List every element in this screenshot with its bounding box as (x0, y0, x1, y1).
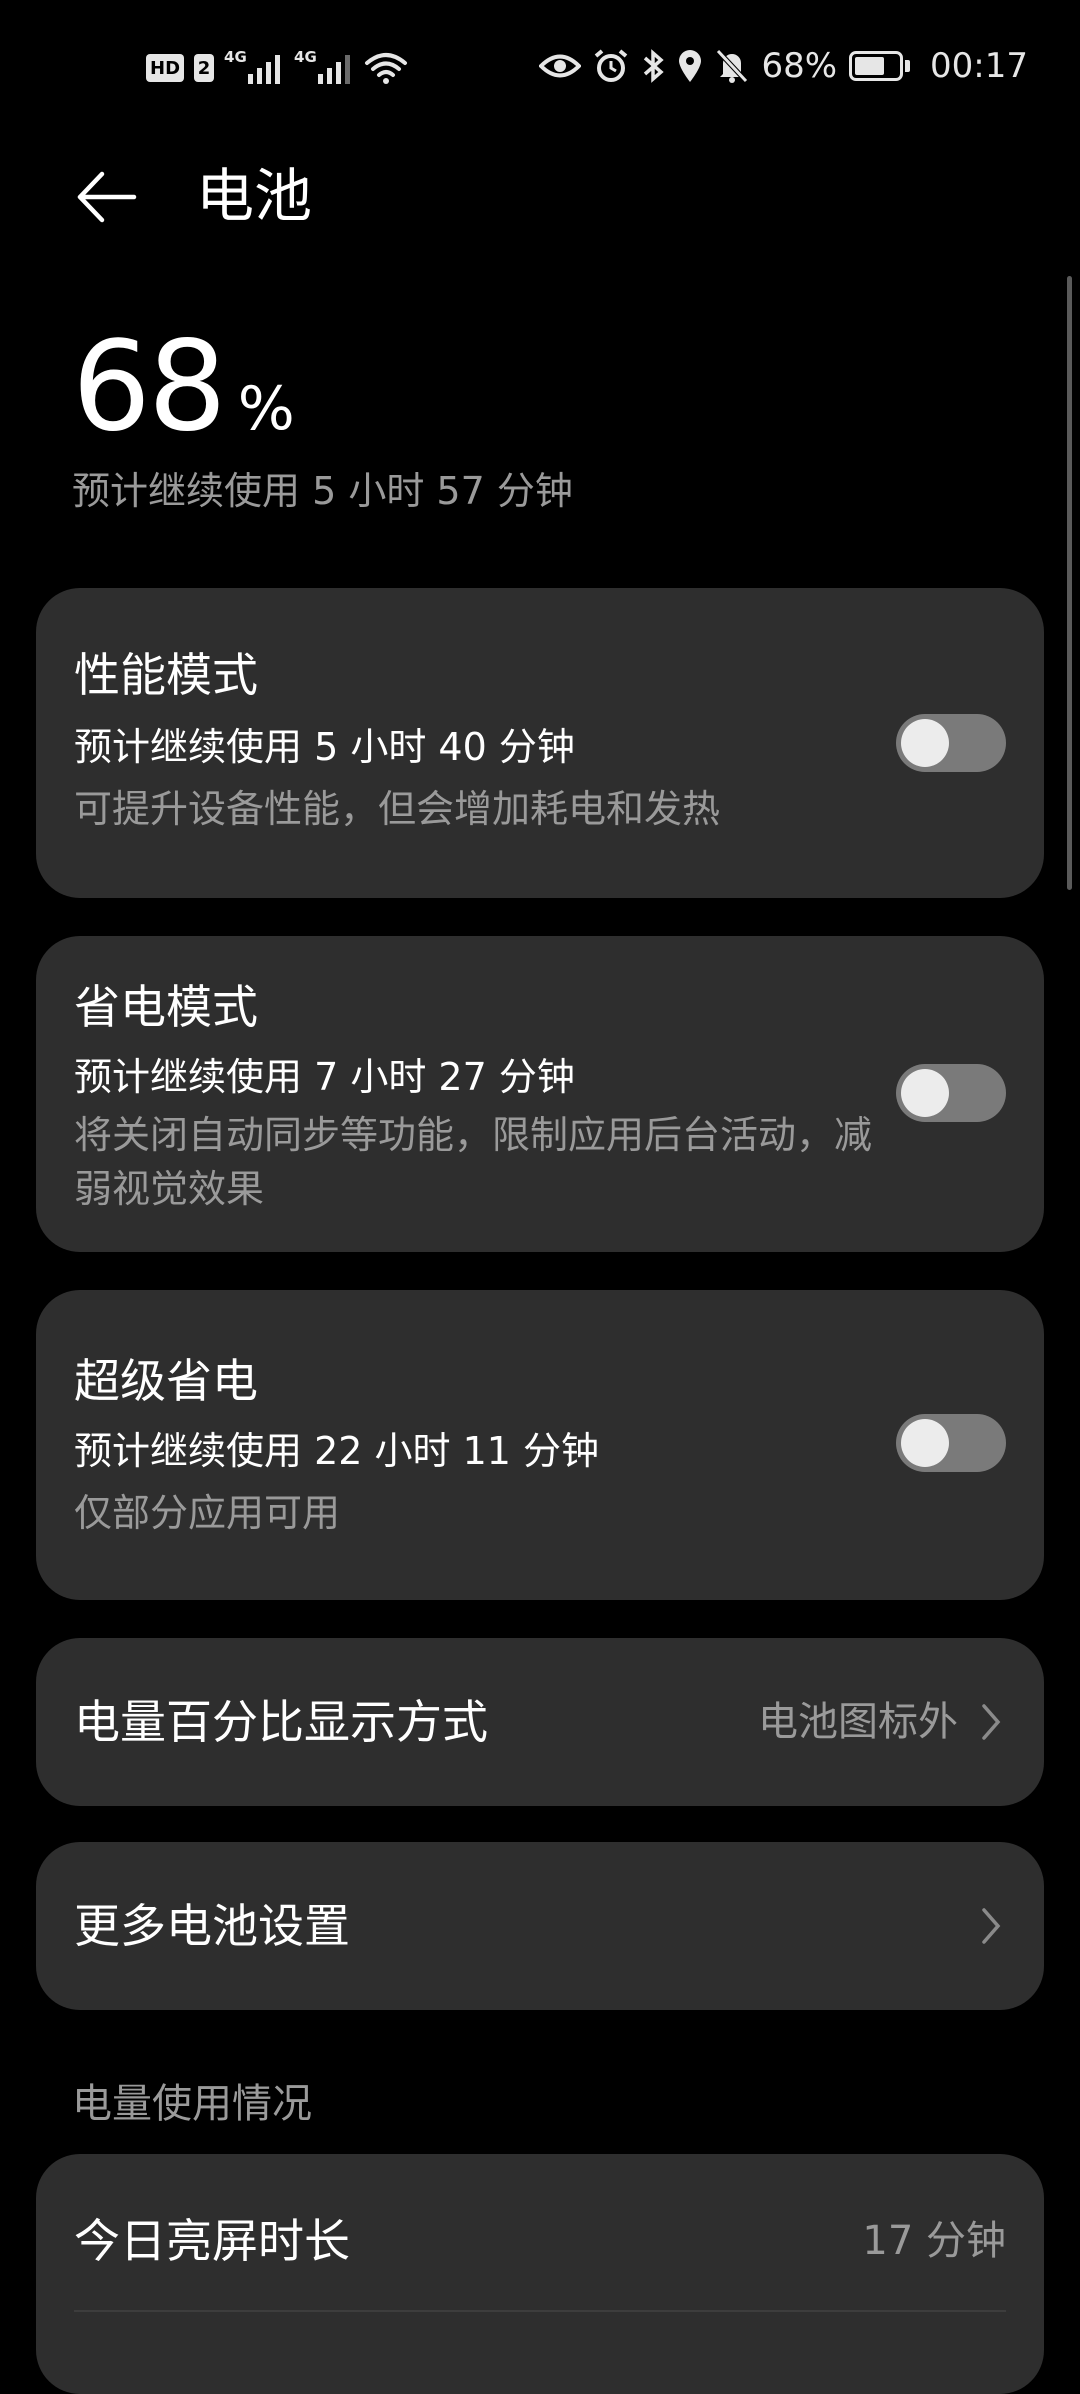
power-saving-mode-card[interactable]: 省电模式 预计继续使用 7 小时 27 分钟 将关闭自动同步等功能，限制应用后台… (36, 936, 1044, 1252)
chevron-right-icon (982, 1908, 1001, 1944)
clock: 00:17 (930, 46, 1028, 86)
battery-fill (855, 57, 885, 75)
ultra-power-saving-card[interactable]: 超级省电 预计继续使用 22 小时 11 分钟 仅部分应用可用 (36, 1290, 1044, 1600)
battery-percent-label: 68% (761, 46, 838, 86)
screen-on-time-label: 今日亮屏时长 (74, 2214, 350, 2268)
status-bar-right: 68% 00:17 (539, 44, 1028, 88)
screen-on-time-value: 17 分钟 (862, 2218, 1006, 2264)
network-type-label: 4G (294, 48, 317, 66)
mode-estimate: 预计继续使用 5 小时 40 分钟 (74, 725, 575, 769)
network-type-label: 4G (224, 48, 247, 66)
row-label: 更多电池设置 (74, 1899, 350, 1953)
battery-cap (905, 60, 911, 72)
hd-badge: HD (146, 54, 185, 82)
performance-mode-card[interactable]: 性能模式 预计继续使用 5 小时 40 分钟 可提升设备性能，但会增加耗电和发热 (36, 588, 1044, 898)
status-bar: HD 2 4G 4G 68% 00:17 (0, 0, 1080, 132)
mode-description: 可提升设备性能，但会增加耗电和发热 (74, 787, 721, 831)
mode-title: 超级省电 (74, 1354, 258, 1408)
mute-icon (716, 49, 749, 83)
mode-description: 仅部分应用可用 (74, 1491, 341, 1535)
chevron-right-icon (982, 1704, 1001, 1740)
usage-card: 今日亮屏时长 17 分钟 (36, 2154, 1044, 2394)
scrollbar[interactable] (1067, 276, 1072, 890)
performance-mode-toggle[interactable] (896, 714, 1006, 772)
battery-percentage-unit: % (237, 374, 295, 444)
mode-estimate: 预计继续使用 7 小时 27 分钟 (74, 1055, 575, 1099)
more-battery-settings-row[interactable]: 更多电池设置 (36, 1842, 1044, 2010)
battery-percentage: 68 % (72, 322, 295, 452)
signal-icon: 4G (294, 48, 354, 88)
row-label: 电量百分比显示方式 (74, 1695, 488, 1749)
mode-description: 将关闭自动同步等功能，限制应用后台活动，减弱视觉效果 (74, 1113, 873, 1211)
row-value: 电池图标外 (758, 1699, 958, 1745)
battery-percentage-display-row[interactable]: 电量百分比显示方式 电池图标外 (36, 1638, 1044, 1806)
alarm-icon (595, 49, 628, 82)
wifi-icon (365, 53, 408, 84)
section-title-usage: 电量使用情况 (72, 2081, 312, 2127)
toggle-knob (901, 719, 949, 767)
sim-badge: 2 (194, 54, 215, 82)
location-icon (679, 50, 702, 82)
toggle-knob (901, 1419, 949, 1467)
remaining-time-estimate: 预计继续使用 5 小时 57 分钟 (72, 469, 573, 513)
signal-icon: 4G (224, 48, 284, 88)
divider (74, 2310, 1006, 2312)
status-bar-left: HD 2 4G 4G (146, 46, 408, 90)
power-saving-mode-toggle[interactable] (896, 1064, 1006, 1122)
toggle-knob (901, 1069, 949, 1117)
ultra-power-saving-toggle[interactable] (896, 1414, 1006, 1472)
eye-icon (539, 54, 582, 78)
app-header: 电池 (0, 132, 1080, 262)
back-button[interactable] (72, 162, 142, 232)
battery-icon (849, 51, 904, 81)
battery-percentage-value: 68 (72, 315, 227, 459)
bluetooth-icon (644, 49, 665, 83)
mode-title: 省电模式 (74, 980, 258, 1034)
mode-title: 性能模式 (74, 648, 258, 702)
arrow-left-icon (77, 171, 137, 223)
page-title: 电池 (196, 162, 313, 230)
mode-estimate: 预计继续使用 22 小时 11 分钟 (74, 1429, 600, 1473)
